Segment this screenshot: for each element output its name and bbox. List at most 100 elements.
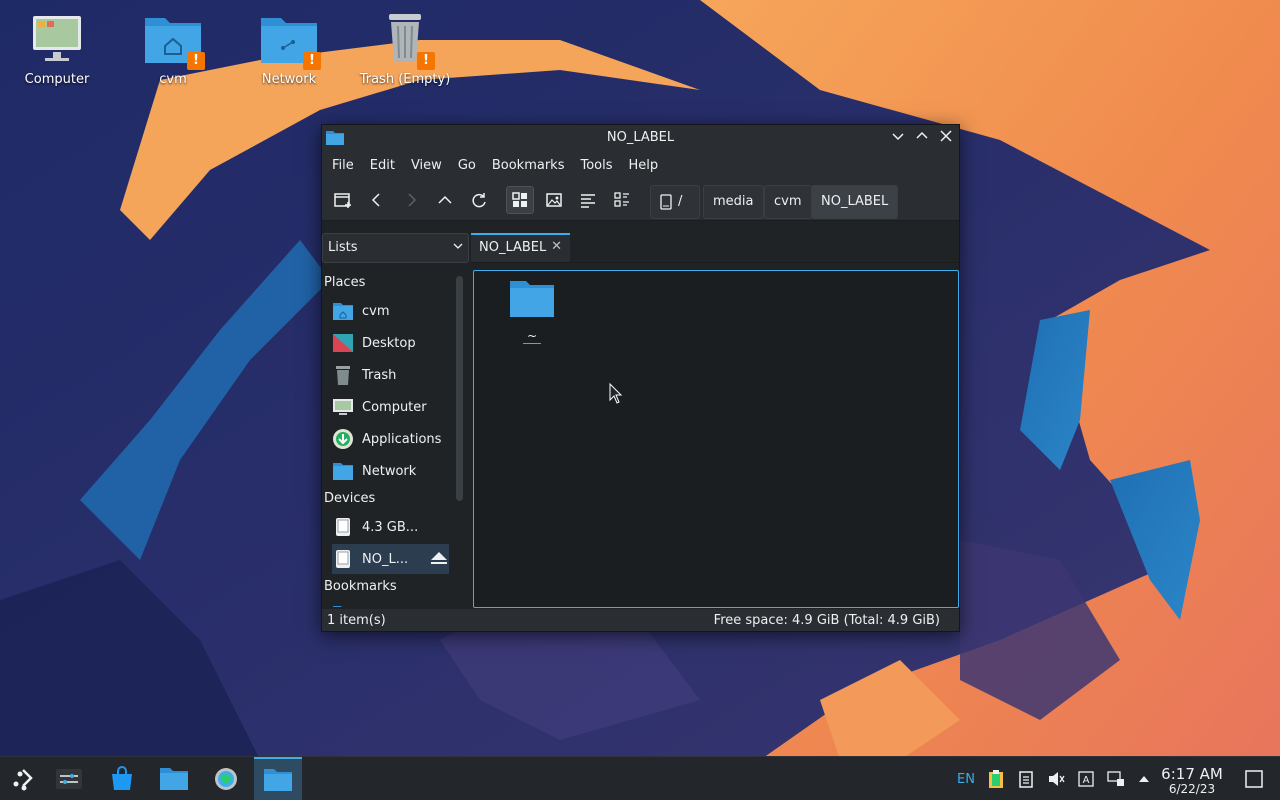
input-method-icon: A: [1078, 771, 1094, 787]
back-button[interactable]: [363, 186, 391, 214]
desktop-icon-computer[interactable]: Computer: [7, 0, 107, 87]
places-item-trash[interactable]: Trash: [332, 360, 449, 390]
title-bar[interactable]: NO_LABEL: [322, 125, 959, 151]
device-item-no-label[interactable]: NO_L...: [332, 544, 449, 574]
places-item-network[interactable]: Network: [332, 456, 449, 486]
free-space: Free space: 4.9 GiB (Total: 4.9 GiB): [713, 613, 940, 628]
drive-icon: [660, 193, 672, 210]
settings-panel-icon: [56, 769, 82, 789]
tray-expand[interactable]: [1130, 757, 1158, 800]
device-item-label: NO_L...: [362, 551, 409, 567]
digital-clock[interactable]: 6:17 AM 6/22/23: [1156, 765, 1228, 796]
desktop-icon-label: Network: [261, 72, 317, 87]
preview-button[interactable]: [540, 186, 568, 214]
tray-klipper[interactable]: [982, 757, 1010, 800]
tray-volume[interactable]: [1042, 757, 1070, 800]
launcher-icon: [13, 769, 33, 791]
globe-gear-icon: [215, 768, 237, 790]
menu-help[interactable]: Help: [621, 158, 667, 173]
details-view-icon: [614, 192, 629, 207]
eject-icon[interactable]: [429, 550, 449, 566]
places-item-label: Applications: [362, 431, 442, 447]
file-name: ~: [522, 329, 542, 344]
new-tab-button[interactable]: [329, 186, 357, 214]
task-discover[interactable]: [98, 757, 146, 800]
breadcrumb-cvm[interactable]: cvm: [764, 185, 812, 219]
compact-view-button[interactable]: [574, 186, 602, 214]
tray-input-method[interactable]: A: [1072, 757, 1100, 800]
maximize-button[interactable]: [912, 128, 932, 148]
file-manager-window: NO_LABEL File Edit View Go Bookmarks Too…: [321, 124, 960, 632]
desktop-icon-network[interactable]: ! Network: [239, 0, 339, 87]
forward-button[interactable]: [397, 186, 425, 214]
chevron-down-icon: [892, 133, 904, 141]
reload-icon: [472, 193, 486, 208]
desktop-icon: [333, 334, 353, 352]
task-system-settings[interactable]: [45, 757, 93, 800]
breadcrumb-root[interactable]: /: [650, 185, 700, 219]
new-tab-icon: [334, 193, 351, 208]
desktop-icon-label: Computer: [24, 72, 90, 87]
folder-icon: [333, 606, 342, 607]
task-web-browser[interactable]: [202, 757, 250, 800]
home-folder-icon: [333, 303, 353, 320]
desktop-icon-trash[interactable]: ! Trash (Empty): [355, 0, 455, 87]
places-item-label: cvm: [362, 303, 390, 319]
keyboard-layout-label: EN: [957, 771, 975, 787]
breadcrumb-current[interactable]: NO_LABEL: [811, 185, 899, 219]
places-item-applications[interactable]: Applications: [332, 424, 449, 454]
device-item-4gb[interactable]: 4.3 GB...: [332, 512, 449, 542]
menu-tools[interactable]: Tools: [572, 158, 620, 173]
image-icon: [546, 193, 562, 207]
up-button[interactable]: [431, 186, 459, 214]
reload-button[interactable]: [465, 186, 493, 214]
close-button[interactable]: [936, 128, 956, 148]
devices-header: Devices: [324, 491, 376, 506]
toolbar: / media cvm NO_LABEL: [322, 179, 959, 221]
minimize-button[interactable]: [888, 128, 908, 148]
breadcrumb-media[interactable]: media: [703, 185, 764, 219]
shopping-bag-icon: [112, 766, 132, 790]
tray-network[interactable]: [1102, 757, 1130, 800]
chevron-down-icon: [453, 243, 463, 249]
desktop-icon-home[interactable]: ! cvm: [123, 0, 223, 87]
desktop-icon-label: Trash (Empty): [359, 72, 451, 87]
file-item[interactable]: ~: [504, 277, 560, 344]
places-header: Places: [324, 275, 366, 290]
places-scrollbar[interactable]: [456, 276, 463, 501]
places-item-computer[interactable]: Computer: [332, 392, 449, 422]
details-view-button[interactable]: [608, 186, 636, 214]
menu-go[interactable]: Go: [450, 158, 484, 173]
places-item-desktop[interactable]: Desktop: [332, 328, 449, 358]
notes-icon: [1019, 771, 1033, 788]
arrow-left-icon: [371, 193, 380, 207]
task-file-manager-active[interactable]: [254, 757, 302, 800]
keyboard-layout[interactable]: EN: [952, 757, 980, 800]
menu-view[interactable]: View: [403, 158, 450, 173]
grid-view-icon: [512, 192, 527, 207]
tab-no-label[interactable]: NO_LABEL ✕: [471, 233, 570, 262]
warning-badge-icon: !: [303, 52, 321, 70]
breadcrumb-label: /: [678, 194, 683, 209]
computer-icon: [333, 399, 353, 415]
drive-icon: [336, 550, 350, 568]
application-launcher[interactable]: [0, 757, 48, 800]
menu-bookmarks[interactable]: Bookmarks: [484, 158, 573, 173]
icons-view-button[interactable]: [506, 186, 534, 214]
item-count: 1 item(s): [327, 613, 386, 628]
places-panel-selector[interactable]: Lists: [322, 233, 469, 263]
tray-notes[interactable]: [1012, 757, 1040, 800]
menu-file[interactable]: File: [324, 158, 362, 173]
computer-icon: [27, 10, 87, 66]
show-desktop-button[interactable]: [1240, 757, 1268, 800]
menu-edit[interactable]: Edit: [362, 158, 403, 173]
file-view[interactable]: ~: [473, 270, 959, 608]
places-item-home[interactable]: cvm: [332, 296, 449, 326]
task-file-manager[interactable]: [150, 757, 198, 800]
status-bar: 1 item(s) Free space: 4.9 GiB (Total: 4.…: [322, 609, 959, 631]
bookmark-item[interactable]: [332, 599, 449, 607]
warning-badge-icon: !: [187, 52, 205, 70]
clock-time: 6:17 AM: [1161, 765, 1223, 783]
close-tab-icon[interactable]: ✕: [551, 239, 562, 254]
mouse-cursor-icon: [609, 383, 623, 404]
